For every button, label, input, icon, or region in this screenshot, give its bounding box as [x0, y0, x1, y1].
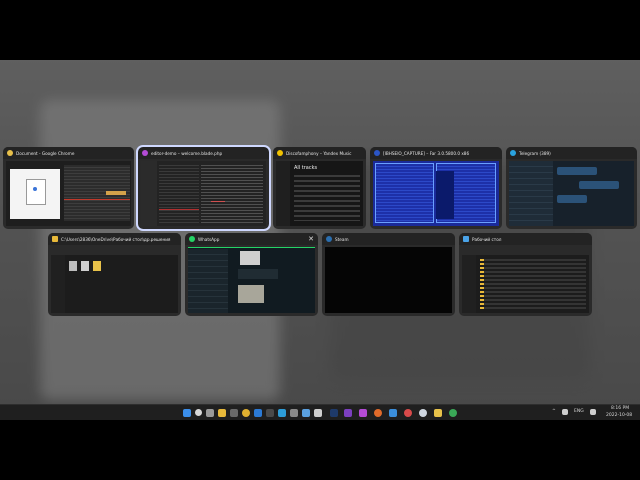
card-title: Рабочий стол — [472, 236, 502, 242]
letterbox-bottom — [0, 420, 640, 480]
window-card-chrome[interactable]: Document - Google Chrome — [3, 147, 134, 229]
card-title: Document - Google Chrome — [16, 150, 75, 156]
window-card-explorer[interactable]: C:\Users\2836\OneDrive\Рабочий стол\др.р… — [48, 233, 181, 316]
terminal-icon[interactable] — [266, 409, 274, 417]
network-icon[interactable] — [590, 409, 596, 415]
window-card-yandex-music[interactable]: Discofamphony – Yandex Music All tracks — [273, 147, 366, 229]
search-icon[interactable] — [195, 409, 202, 416]
window-thumbnail — [51, 247, 178, 313]
card-header: Telegram (389) — [506, 147, 637, 159]
window-card-whatsapp[interactable]: WhatsApp ✕ — [185, 233, 318, 316]
photoshop-icon[interactable] — [330, 409, 338, 417]
language-indicator[interactable]: ENG — [574, 409, 584, 414]
window-thumbnail — [373, 161, 499, 226]
whatsapp-icon — [189, 236, 195, 242]
clock-time[interactable]: 8:16 PM — [611, 406, 629, 411]
window-thumbnail — [462, 247, 589, 313]
card-title: WhatsApp — [198, 236, 220, 242]
notepad-icon[interactable] — [344, 409, 352, 417]
clock-date[interactable]: 2022-10-08 — [606, 413, 632, 418]
card-title: Steam — [335, 236, 349, 242]
yandex-music-icon — [277, 150, 283, 156]
desktop-folder-icon — [463, 236, 469, 242]
window-card-far[interactable]: [IBHSEIO_CAPTURE] – Far 3.0.5800.0 x86 — [370, 147, 502, 229]
folder-icon — [52, 236, 58, 242]
edge-icon[interactable] — [242, 409, 250, 417]
close-icon[interactable]: ✕ — [308, 235, 314, 243]
far-icon[interactable] — [374, 409, 382, 417]
window-thumbnail: All tracks — [276, 161, 363, 226]
steam-icon[interactable] — [302, 409, 310, 417]
chrome-alt-icon[interactable] — [404, 409, 412, 417]
window-card-telegram[interactable]: Telegram (389) — [506, 147, 637, 229]
card-header: Discofamphony – Yandex Music — [273, 147, 366, 159]
window-thumbnail — [509, 161, 634, 226]
card-header: C:\Users\2836\OneDrive\Рабочий стол\др.р… — [48, 233, 181, 245]
telegram-icon — [510, 150, 516, 156]
tray-chevron[interactable]: ^ — [552, 409, 556, 414]
phpstorm-icon[interactable] — [278, 409, 286, 417]
windows-icon[interactable] — [183, 409, 191, 417]
store-icon[interactable] — [254, 409, 262, 417]
yandex-music-icon[interactable] — [290, 409, 298, 417]
letterbox-top — [0, 0, 640, 60]
window-thumbnail — [141, 161, 266, 226]
card-title: [IBHSEIO_CAPTURE] – Far 3.0.5800.0 x86 — [383, 150, 470, 156]
card-title: Telegram (389) — [519, 150, 551, 156]
window-thumbnail — [6, 161, 131, 226]
card-header: Document - Google Chrome — [3, 147, 134, 159]
task-view-icon[interactable] — [206, 409, 214, 417]
card-header: Steam — [322, 233, 455, 245]
volume-icon[interactable] — [562, 409, 568, 415]
window-thumbnail — [188, 247, 315, 313]
chrome-icon[interactable] — [449, 409, 457, 417]
window-card-phpstorm[interactable]: editor-demo – welcome.blade.php — [136, 145, 271, 231]
taskbar: ^ ENG 8:16 PM 2022-10-08 — [0, 404, 640, 420]
card-header: Рабочий стол — [459, 233, 592, 245]
window-card-desktop[interactable]: Рабочий стол — [459, 233, 592, 316]
steam-tray-icon[interactable] — [419, 409, 427, 417]
chrome-icon[interactable] — [230, 409, 238, 417]
card-header: [IBHSEIO_CAPTURE] – Far 3.0.5800.0 x86 — [370, 147, 502, 159]
window-card-steam[interactable]: Steam — [322, 233, 455, 316]
explorer-icon[interactable] — [218, 409, 226, 417]
folder-icon[interactable] — [389, 409, 397, 417]
task-switcher-overlay — [0, 60, 640, 404]
card-title: Discofamphony – Yandex Music — [286, 150, 352, 156]
telegram-icon[interactable] — [314, 409, 322, 417]
window-thumbnail — [325, 247, 452, 313]
whatsapp-icon[interactable] — [359, 409, 367, 417]
card-header: editor-demo – welcome.blade.php — [138, 147, 269, 159]
folder-icon[interactable] — [434, 409, 442, 417]
phpstorm-icon — [142, 150, 148, 156]
card-title: C:\Users\2836\OneDrive\Рабочий стол\др.р… — [61, 236, 171, 242]
card-title: editor-demo – welcome.blade.php — [151, 150, 223, 156]
music-heading: All tracks — [294, 165, 318, 171]
card-header: WhatsApp ✕ — [185, 233, 318, 245]
desktop-background: Document - Google Chrome editor-demo – w… — [0, 60, 640, 404]
far-manager-icon — [374, 150, 380, 156]
chrome-icon — [7, 150, 13, 156]
steam-icon — [326, 236, 332, 242]
